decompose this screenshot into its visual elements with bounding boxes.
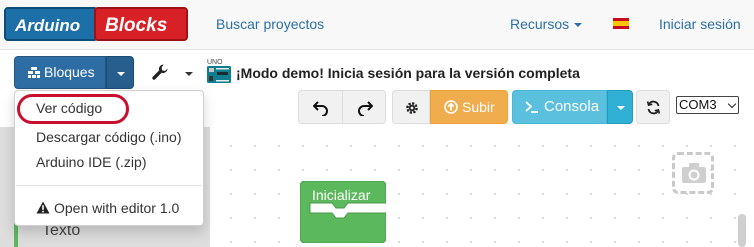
menu-item-arduino-ide-zip[interactable]: Arduino IDE (.zip)	[15, 151, 203, 173]
wrench-icon	[152, 64, 168, 80]
resources-menu[interactable]: Recursos	[510, 16, 583, 32]
port-select[interactable]: COM3	[676, 96, 739, 114]
port-select-value: COM3	[679, 97, 717, 112]
caret-down-icon	[617, 106, 625, 110]
tools-dropdown-button[interactable]	[141, 56, 201, 89]
warning-icon	[36, 201, 50, 214]
upload-icon	[444, 100, 458, 114]
arduinoblocks-logo[interactable]: Arduino Blocks	[4, 7, 188, 41]
logo-arduino-part: Arduino	[4, 7, 98, 41]
chevron-down-icon	[727, 99, 737, 109]
menu-divider	[16, 185, 202, 186]
blocks-button-label: Bloques	[44, 64, 95, 80]
console-button[interactable]: Consola	[512, 90, 607, 124]
login-link[interactable]: Iniciar sesión	[659, 16, 741, 32]
terminal-icon	[525, 101, 538, 113]
workspace-grid	[210, 127, 744, 247]
console-button-label: Consola	[544, 98, 600, 115]
search-projects-link[interactable]: Buscar proyectos	[216, 16, 324, 32]
menu-item-label: Descargar código (.ino)	[36, 129, 182, 145]
camera-icon[interactable]	[672, 152, 714, 194]
blocks-dropdown-toggle[interactable]	[106, 56, 134, 89]
refresh-icon	[646, 100, 661, 115]
settings-button[interactable]	[392, 90, 430, 124]
caret-down-icon	[185, 72, 193, 76]
menu-item-open-with-editor[interactable]: Open with editor 1.0	[15, 197, 203, 219]
undo-button[interactable]	[298, 90, 342, 124]
demo-mode-message: ¡Modo demo! Inicia sesión para la versió…	[236, 65, 580, 81]
gear-icon	[406, 102, 418, 114]
menu-item-label: Open with editor 1.0	[54, 200, 180, 216]
logo-blocks-part: Blocks	[94, 7, 188, 41]
upload-button[interactable]: Subir	[430, 90, 508, 124]
redo-icon	[358, 101, 373, 116]
resources-menu-label: Recursos	[510, 16, 570, 32]
redo-button[interactable]	[342, 90, 386, 124]
console-dropdown-toggle[interactable]	[607, 90, 633, 124]
blocks-icon	[28, 67, 40, 78]
undo-icon	[313, 101, 328, 116]
board-icon-text: UNO	[207, 59, 223, 66]
upload-button-label: Subir	[462, 99, 495, 115]
init-block[interactable]: Inicializar	[299, 180, 387, 246]
caret-down-icon	[574, 23, 583, 28]
navbar: Arduino Blocks Buscar proyectos Recursos…	[0, 0, 754, 50]
caret-down-icon	[117, 72, 125, 76]
init-block-label: Inicializar	[312, 187, 371, 203]
highlight-ring	[17, 94, 129, 124]
menu-item-label: Arduino IDE (.zip)	[36, 154, 147, 170]
menu-item-download-ino[interactable]: Descargar código (.ino)	[15, 126, 203, 148]
spain-flag-icon[interactable]	[613, 18, 629, 29]
arduino-uno-icon: UNO	[207, 59, 231, 83]
blocks-button[interactable]: Bloques	[14, 56, 106, 89]
refresh-ports-button[interactable]	[636, 90, 670, 124]
workspace-scrollbar[interactable]	[738, 214, 746, 247]
